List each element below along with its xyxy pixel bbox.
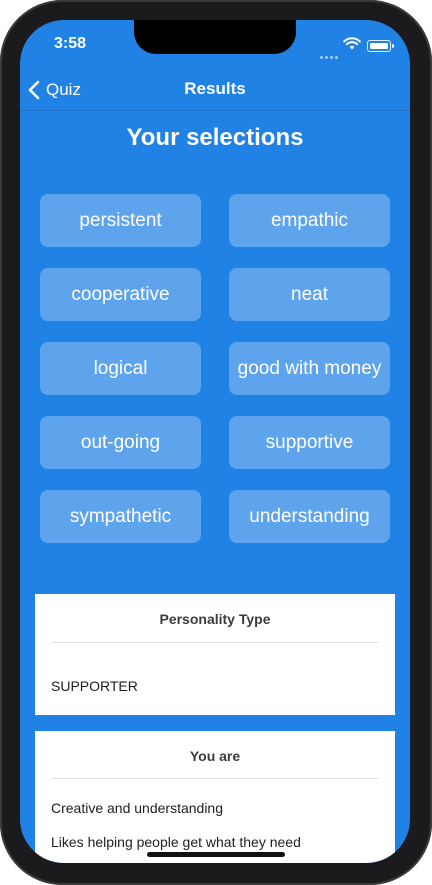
status-time: 3:58 [54,35,87,52]
selection-chip[interactable]: supportive [229,416,390,469]
selection-chip[interactable]: sympathetic [40,490,201,543]
trait-item: Creative and understanding [51,800,224,816]
divider [51,642,379,643]
selection-chip[interactable]: empathic [229,194,390,247]
selection-chip[interactable]: understanding [229,490,390,543]
selection-chip[interactable]: neat [229,268,390,321]
personality-type-value: SUPPORTER [51,678,138,694]
signal-icon [320,46,340,59]
card-header: Personality Type [159,611,271,627]
card-header: You are [189,748,241,764]
trait-item: Likes helping people get what they need [51,834,301,850]
selection-chip[interactable]: logical [40,342,201,395]
battery-icon [367,40,394,52]
selection-chip[interactable]: persistent [40,194,201,247]
wifi-icon [343,37,361,50]
divider [51,778,379,779]
personality-type-card: Personality Type SUPPORTER [35,594,395,715]
navigation-bar: Quiz Results [20,70,410,111]
app-screen: 3:58 Quiz Results Your selections persis… [20,20,410,863]
page-title: Your selections [126,124,304,151]
home-indicator[interactable] [147,852,285,857]
status-bar: 3:58 [20,20,410,70]
notch [134,20,296,54]
selection-chip[interactable]: good with money [229,342,390,395]
nav-title: Results [184,79,246,98]
selection-chip[interactable]: cooperative [40,268,201,321]
selection-chip[interactable]: out-going [40,416,201,469]
device-frame: 3:58 Quiz Results Your selections persis… [0,0,432,885]
you-are-card: You are Creative and understanding Likes… [35,731,395,863]
